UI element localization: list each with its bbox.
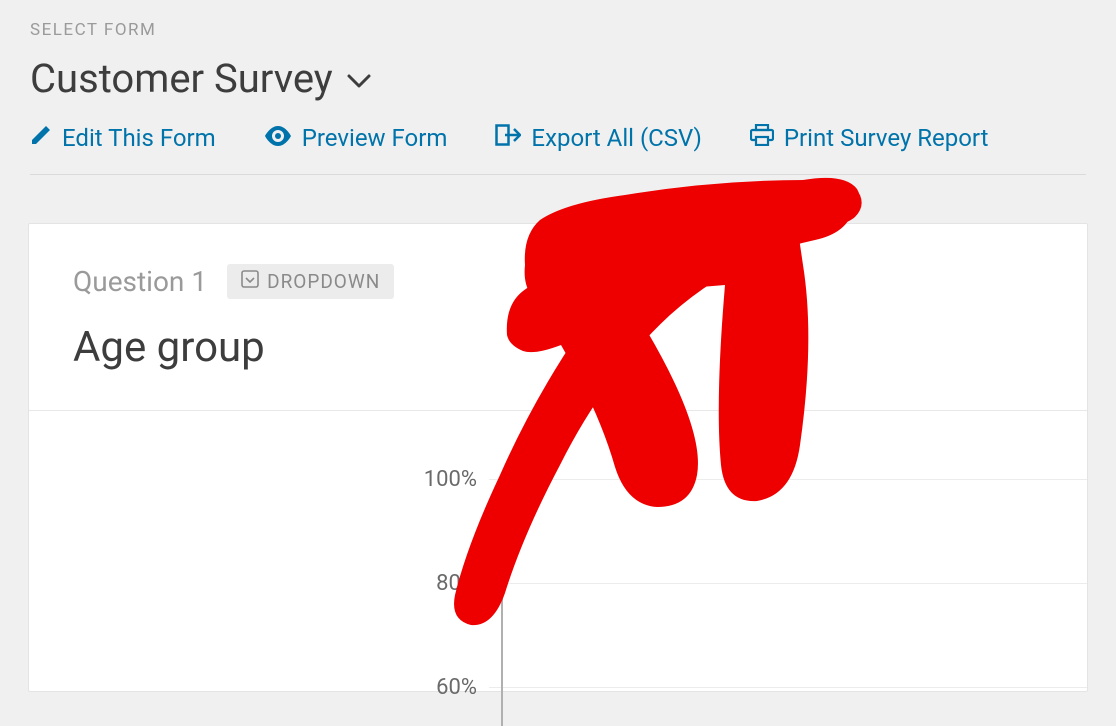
export-csv-button[interactable]: Export All (CSV) — [495, 124, 701, 152]
y-tick-label: 60% — [29, 675, 489, 700]
action-label: Export All (CSV) — [531, 124, 701, 152]
action-label: Print Survey Report — [784, 124, 989, 152]
question-title: Age group — [29, 299, 1087, 411]
question-card: Question 1 DROPDOWN Age group 100% 80% 6… — [28, 223, 1088, 692]
actions-bar: Edit This Form Preview Form Export All (… — [30, 124, 1086, 175]
preview-form-button[interactable]: Preview Form — [264, 124, 448, 152]
y-axis-line — [501, 476, 503, 726]
dropdown-field-icon — [241, 270, 259, 293]
action-label: Preview Form — [302, 124, 448, 152]
eye-icon — [264, 124, 292, 152]
gridline — [489, 479, 1087, 480]
select-form-label: SELECT FORM — [30, 20, 1086, 40]
question-number-label: Question 1 — [73, 265, 207, 298]
y-tick-label: 100% — [29, 467, 489, 492]
form-title: Customer Survey — [30, 55, 333, 102]
form-selector-dropdown[interactable]: Customer Survey — [30, 55, 1086, 102]
badge-label: DROPDOWN — [267, 270, 380, 293]
edit-form-button[interactable]: Edit This Form — [30, 124, 216, 152]
pencil-icon — [30, 124, 52, 152]
print-report-button[interactable]: Print Survey Report — [750, 124, 989, 152]
export-icon — [495, 124, 521, 152]
action-label: Edit This Form — [62, 124, 216, 152]
field-type-badge: DROPDOWN — [227, 264, 394, 299]
gridline — [489, 687, 1087, 688]
chart-area: 100% 80% 60% — [29, 411, 1087, 691]
gridline — [489, 583, 1087, 584]
chevron-down-icon — [347, 73, 371, 92]
y-tick-label: 80% — [29, 571, 489, 596]
printer-icon — [750, 124, 774, 152]
